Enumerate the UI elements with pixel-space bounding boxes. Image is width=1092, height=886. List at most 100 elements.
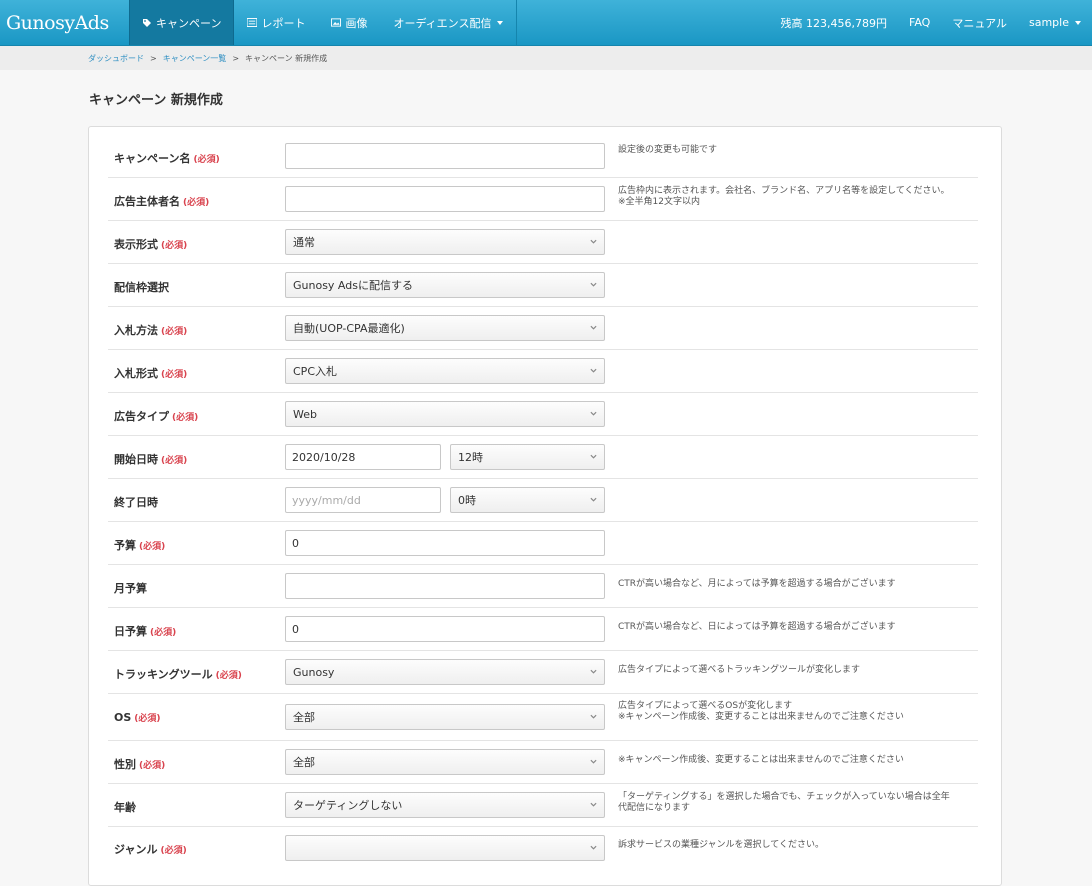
nav-audience-label: オーディエンス配信	[393, 16, 492, 30]
start-hour-value: 12時	[458, 451, 483, 464]
chevron-down-icon	[590, 282, 597, 287]
nav-faq[interactable]: FAQ	[898, 16, 941, 29]
top-navbar: GunosyAds キャンペーン レポート 画像 オーディエンス配信 残高 12…	[0, 0, 1092, 46]
chevron-down-icon	[590, 368, 597, 373]
chevron-down-icon	[590, 411, 597, 416]
row-gender: 性別 (必須) 全部 ※キャンペーン作成後、変更することは出来ませんのでご注意くだ…	[108, 741, 978, 784]
required-badge: (必須)	[139, 542, 166, 552]
user-menu[interactable]: sample	[1018, 16, 1092, 29]
end-date-input[interactable]: yyyy/mm/dd	[285, 487, 441, 513]
row-placement: 配信枠選択 Gunosy Adsに配信する	[108, 264, 978, 307]
start-datetime-label: 開始日時	[114, 453, 158, 466]
required-badge: (必須)	[160, 846, 187, 856]
budget-input[interactable]: 0	[285, 530, 605, 556]
required-badge: (必須)	[215, 671, 242, 681]
end-hour-select[interactable]: 0時	[450, 487, 605, 513]
chevron-down-icon	[590, 669, 597, 674]
gender-select[interactable]: 全部	[285, 749, 605, 775]
advertiser-name-note: ※全半角12文字以内	[618, 197, 700, 207]
nav-campaign-label: キャンペーン	[156, 16, 222, 30]
start-hour-select[interactable]: 12時	[450, 444, 605, 470]
age-help: 「ターゲティングする」を選択した場合でも、チェックが入っていない場合は全年	[618, 792, 950, 802]
row-monthly-budget: 月予算 CTRが高い場合など、月によっては予算を超過する場合がございます	[108, 565, 978, 608]
required-badge: (必須)	[172, 413, 199, 423]
display-format-select[interactable]: 通常	[285, 229, 605, 255]
required-badge: (必須)	[193, 155, 220, 165]
chevron-down-icon	[590, 714, 597, 719]
os-select[interactable]: 全部	[285, 704, 605, 730]
nav-report-label: レポート	[261, 16, 306, 30]
chevron-down-icon	[590, 239, 597, 244]
age-select[interactable]: ターゲティングしない	[285, 792, 605, 818]
placement-select[interactable]: Gunosy Adsに配信する	[285, 272, 605, 298]
gender-help: ※キャンペーン作成後、変更することは出来ませんのでご注意ください	[618, 755, 904, 765]
gender-value: 全部	[293, 756, 315, 769]
start-date-input[interactable]: 2020/10/28	[285, 444, 441, 470]
row-display-format: 表示形式 (必須) 通常	[108, 221, 978, 264]
nav-image[interactable]: 画像	[318, 0, 380, 45]
caret-down-icon	[497, 20, 504, 25]
tracking-tool-select[interactable]: Gunosy	[285, 659, 605, 685]
list-icon	[247, 18, 258, 28]
row-start-datetime: 開始日時 (必須) 2020/10/28 12時	[108, 436, 978, 479]
required-badge: (必須)	[161, 327, 188, 337]
display-format-label: 表示形式	[114, 238, 158, 251]
required-badge: (必須)	[183, 198, 210, 208]
chevron-down-icon	[590, 454, 597, 459]
daily-budget-help: CTRが高い場合など、日によっては予算を超過する場合がございます	[618, 622, 896, 632]
advertiser-name-input[interactable]	[285, 186, 605, 212]
bid-format-value: CPC入札	[293, 365, 337, 378]
row-ad-type: 広告タイプ (必須) Web	[108, 393, 978, 436]
age-label: 年齢	[114, 801, 136, 814]
chevron-down-icon	[590, 802, 597, 807]
breadcrumb: ダッシュボード > キャンペーン一覧 > キャンペーン 新規作成	[0, 46, 1092, 70]
brand-logo[interactable]: GunosyAds	[0, 0, 129, 45]
tracking-tool-value: Gunosy	[293, 665, 335, 679]
campaign-name-input[interactable]	[285, 143, 605, 169]
ad-type-select[interactable]: Web	[285, 401, 605, 427]
monthly-budget-input[interactable]	[285, 573, 605, 599]
advertiser-name-help: 広告枠内に表示されます。会社名、ブランド名、アプリ名等を設定してください。	[618, 186, 950, 196]
row-os: OS (必須) 全部 広告タイプによって選べるOSが変化します ※キャンペーン作成…	[108, 694, 978, 741]
required-badge: (必須)	[150, 628, 177, 638]
genre-select[interactable]	[285, 835, 605, 861]
chevron-down-icon	[590, 759, 597, 764]
row-budget: 予算 (必須) 0	[108, 522, 978, 565]
gender-label: 性別	[114, 758, 136, 771]
chevron-down-icon	[590, 845, 597, 850]
os-note: ※キャンペーン作成後、変更することは出来ませんのでご注意ください	[618, 712, 904, 722]
row-advertiser-name: 広告主体者名 (必須) 広告枠内に表示されます。会社名、ブランド名、アプリ名等を設…	[108, 178, 978, 221]
bid-format-label: 入札形式	[114, 367, 158, 380]
os-label: OS	[114, 711, 132, 724]
placement-label: 配信枠選択	[114, 281, 169, 294]
breadcrumb-separator: >	[232, 53, 240, 63]
bid-method-select[interactable]: 自動(UOP-CPA最適化)	[285, 315, 605, 341]
daily-budget-input[interactable]: 0	[285, 616, 605, 642]
nav-report[interactable]: レポート	[234, 0, 318, 45]
tag-icon	[142, 18, 152, 28]
ad-type-value: Web	[293, 407, 317, 421]
nav-campaign[interactable]: キャンペーン	[129, 0, 235, 45]
display-format-value: 通常	[293, 236, 315, 249]
tracking-tool-help: 広告タイプによって選べるトラッキングツールが変化します	[618, 665, 861, 675]
campaign-name-help: 設定後の変更も可能です	[618, 145, 718, 155]
advertiser-name-label: 広告主体者名	[114, 195, 180, 208]
row-bid-method: 入札方法 (必須) 自動(UOP-CPA最適化)	[108, 307, 978, 350]
page-title: キャンペーン 新規作成	[89, 93, 223, 108]
monthly-budget-label: 月予算	[114, 582, 147, 595]
breadcrumb-separator: >	[150, 53, 157, 63]
image-icon	[331, 18, 342, 28]
balance-display: 残高 123,456,789円	[780, 16, 888, 30]
chevron-down-icon	[590, 497, 597, 502]
ad-type-label: 広告タイプ	[114, 410, 169, 423]
bid-format-select[interactable]: CPC入札	[285, 358, 605, 384]
daily-budget-label: 日予算	[114, 625, 147, 638]
nav-audience[interactable]: オーディエンス配信	[380, 0, 518, 45]
bid-method-value: 自動(UOP-CPA最適化)	[293, 322, 405, 335]
breadcrumb-dashboard[interactable]: ダッシュボード	[88, 53, 144, 64]
monthly-budget-help: CTRが高い場合など、月によっては予算を超過する場合がございます	[618, 579, 896, 589]
nav-manual[interactable]: マニュアル	[941, 15, 1018, 31]
required-badge: (必須)	[139, 761, 166, 771]
row-end-datetime: 終了日時 yyyy/mm/dd 0時	[108, 479, 978, 522]
breadcrumb-campaigns[interactable]: キャンペーン一覧	[163, 53, 227, 64]
